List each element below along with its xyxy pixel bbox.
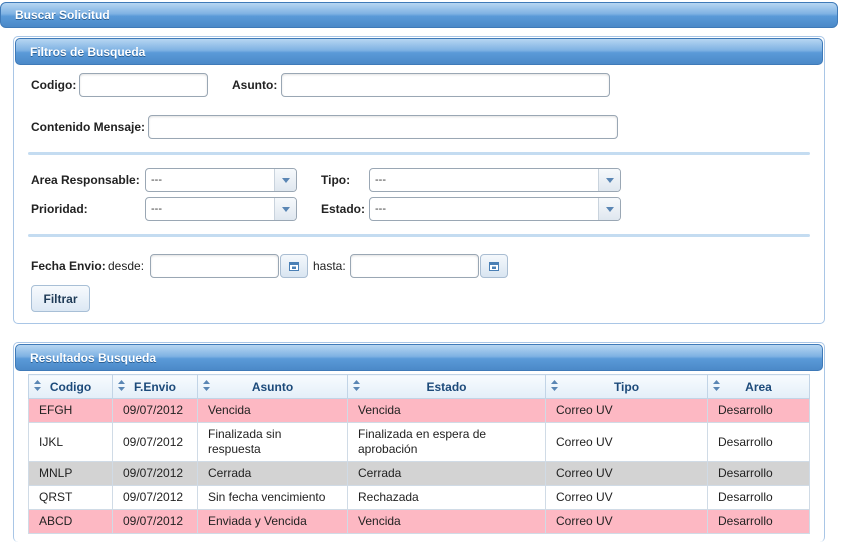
cell-fenvio: 09/07/2012 xyxy=(112,485,198,510)
cell-tipo: Correo UV xyxy=(545,509,708,534)
table-row[interactable]: ABCD 09/07/2012 Enviada y Vencida Vencid… xyxy=(28,509,810,534)
cell-estado: Vencida xyxy=(347,509,546,534)
chevron-down-icon[interactable] xyxy=(274,169,296,191)
filters-panel-header: Filtros de Busqueda xyxy=(15,38,823,65)
prioridad-value: --- xyxy=(151,203,162,215)
sort-arrows-icon xyxy=(353,380,360,391)
sort-arrows-icon xyxy=(118,380,125,391)
column-header-estado[interactable]: Estado xyxy=(347,374,546,399)
calendar-icon xyxy=(489,262,499,271)
results-table: Codigo F.Envio Asunto Estado Tipo Area E… xyxy=(28,374,810,534)
cell-asunto: Sin fecha vencimiento xyxy=(197,485,348,510)
column-header-label: Tipo xyxy=(613,379,640,394)
calendar-hasta-button[interactable] xyxy=(480,254,508,278)
asunto-input[interactable] xyxy=(281,73,610,97)
table-header-row: Codigo F.Envio Asunto Estado Tipo Area xyxy=(28,374,810,399)
cell-fenvio: 09/07/2012 xyxy=(112,422,198,462)
cell-tipo: Correo UV xyxy=(545,485,708,510)
page-title: Buscar Solicitud xyxy=(15,8,110,22)
cell-asunto: Finalizada sin respuesta xyxy=(197,422,348,462)
cell-fenvio: 09/07/2012 xyxy=(112,509,198,534)
cell-asunto: Enviada y Vencida xyxy=(197,509,348,534)
cell-estado: Rechazada xyxy=(347,485,546,510)
fecha-envio-label: Fecha Envio: xyxy=(31,259,106,273)
cell-tipo: Correo UV xyxy=(545,398,708,423)
cell-fenvio: 09/07/2012 xyxy=(112,461,198,486)
cell-fenvio: 09/07/2012 xyxy=(112,398,198,423)
divider xyxy=(28,234,810,237)
filtrar-button[interactable]: Filtrar xyxy=(31,285,90,312)
sort-arrows-icon xyxy=(34,380,41,391)
cell-asunto: Cerrada xyxy=(197,461,348,486)
calendar-icon xyxy=(289,262,299,271)
estado-label: Estado: xyxy=(321,202,366,216)
cell-codigo: ABCD xyxy=(28,509,113,534)
table-row[interactable]: MNLP 09/07/2012 Cerrada Cerrada Correo U… xyxy=(28,461,810,486)
sort-arrows-icon xyxy=(713,380,720,391)
area-responsable-value: --- xyxy=(151,174,162,186)
table-row[interactable]: EFGH 09/07/2012 Vencida Vencida Correo U… xyxy=(28,398,810,423)
estado-value: --- xyxy=(375,203,386,215)
table-row[interactable]: QRST 09/07/2012 Sin fecha vencimiento Re… xyxy=(28,485,810,510)
cell-area: Desarrollo xyxy=(707,485,810,510)
cell-codigo: MNLP xyxy=(28,461,113,486)
cell-area: Desarrollo xyxy=(707,422,810,462)
column-header-asunto[interactable]: Asunto xyxy=(197,374,348,399)
contenido-mensaje-input[interactable] xyxy=(148,115,618,139)
cell-estado: Cerrada xyxy=(347,461,546,486)
tipo-value: --- xyxy=(375,174,386,186)
chevron-down-icon[interactable] xyxy=(598,169,620,191)
column-header-codigo[interactable]: Codigo xyxy=(28,374,113,399)
prioridad-select[interactable]: --- xyxy=(145,197,297,221)
results-panel-header: Resultados Busqueda xyxy=(15,344,823,371)
cell-tipo: Correo UV xyxy=(545,422,708,462)
area-responsable-label: Area Responsable: xyxy=(31,173,140,187)
column-header-fenvio[interactable]: F.Envio xyxy=(112,374,198,399)
calendar-desde-button[interactable] xyxy=(280,254,308,278)
cell-tipo: Correo UV xyxy=(545,461,708,486)
chevron-down-icon[interactable] xyxy=(598,198,620,220)
column-header-label: Asunto xyxy=(251,379,294,394)
column-header-area[interactable]: Area xyxy=(707,374,810,399)
column-header-label: Area xyxy=(745,379,772,394)
cell-area: Desarrollo xyxy=(707,461,810,486)
cell-codigo: QRST xyxy=(28,485,113,510)
column-header-label: Estado xyxy=(426,379,467,394)
chevron-down-icon[interactable] xyxy=(274,198,296,220)
desde-label: desde: xyxy=(108,259,145,273)
hasta-label: hasta: xyxy=(313,259,346,273)
cell-estado: Finalizada en espera de aprobación xyxy=(347,422,546,462)
contenido-mensaje-label: Contenido Mensaje: xyxy=(31,120,146,134)
prioridad-label: Prioridad: xyxy=(31,202,88,216)
divider xyxy=(28,152,810,155)
cell-codigo: EFGH xyxy=(28,398,113,423)
tipo-select[interactable]: --- xyxy=(369,168,621,192)
cell-area: Desarrollo xyxy=(707,398,810,423)
tipo-label: Tipo: xyxy=(321,173,351,187)
asunto-label: Asunto: xyxy=(232,78,278,92)
results-panel-title: Resultados Busqueda xyxy=(30,350,157,365)
fecha-desde-input[interactable] xyxy=(150,254,279,278)
fecha-hasta-input[interactable] xyxy=(350,254,479,278)
sort-arrows-icon xyxy=(203,380,210,391)
area-responsable-select[interactable]: --- xyxy=(145,168,297,192)
column-header-label: F.Envio xyxy=(133,379,176,394)
table-row[interactable]: IJKL 09/07/2012 Finalizada sin respuesta… xyxy=(28,422,810,462)
column-header-label: Codigo xyxy=(49,379,92,394)
cell-estado: Vencida xyxy=(347,398,546,423)
codigo-input[interactable] xyxy=(79,73,208,97)
cell-asunto: Vencida xyxy=(197,398,348,423)
page-title-bar: Buscar Solicitud xyxy=(0,2,838,28)
codigo-label: Codigo: xyxy=(31,78,77,92)
filters-panel-title: Filtros de Busqueda xyxy=(30,44,146,59)
estado-select[interactable]: --- xyxy=(369,197,621,221)
cell-codigo: IJKL xyxy=(28,422,113,462)
cell-area: Desarrollo xyxy=(707,509,810,534)
column-header-tipo[interactable]: Tipo xyxy=(545,374,708,399)
sort-arrows-icon xyxy=(551,380,558,391)
